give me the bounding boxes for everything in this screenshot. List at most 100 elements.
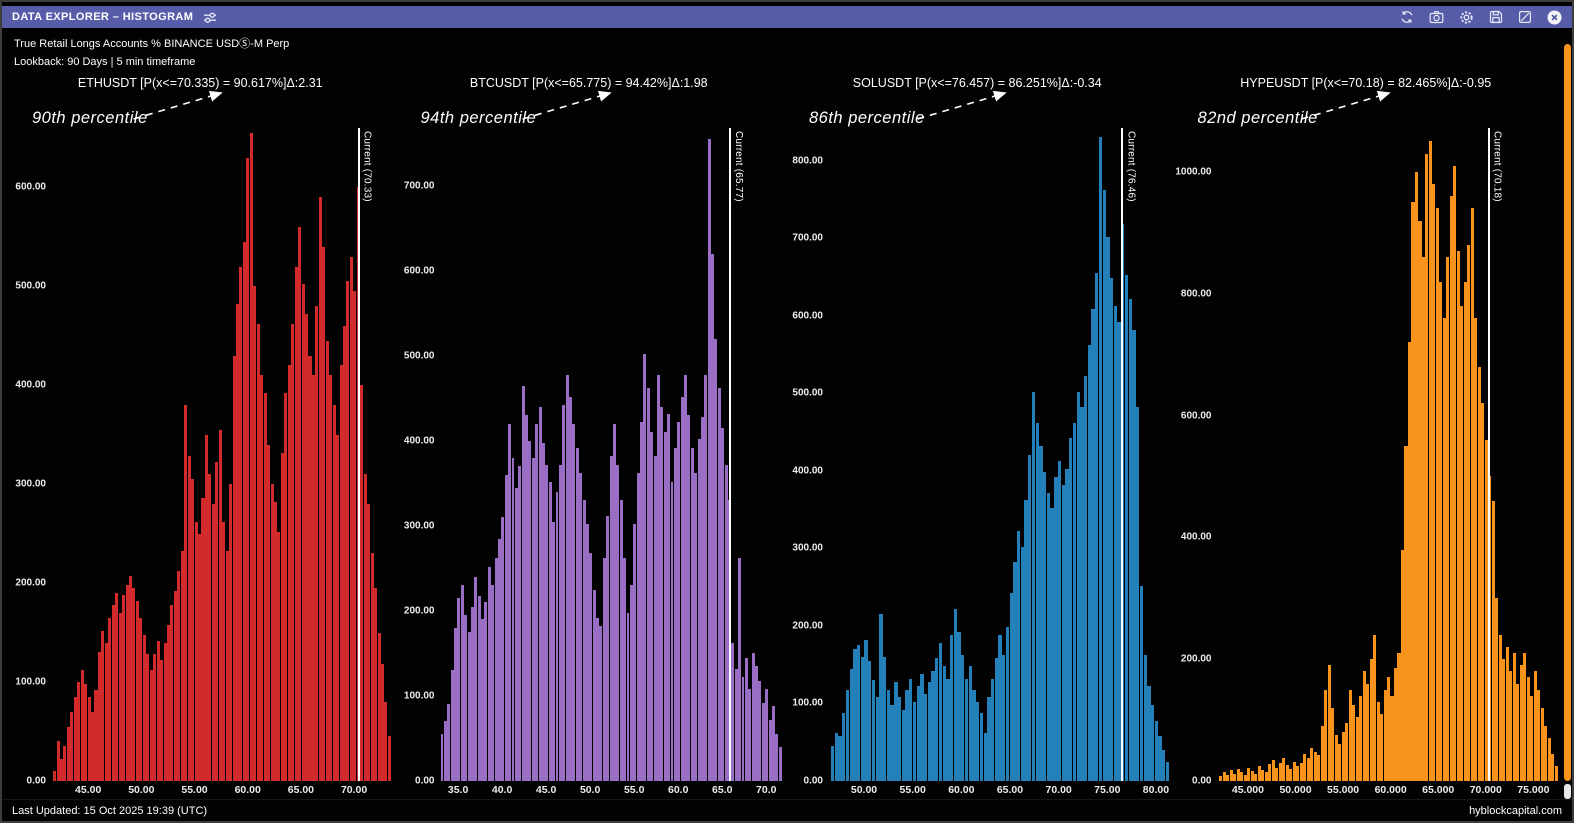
y-tick-label: 100.00 <box>404 690 435 701</box>
chart-info-header: True Retail Longs Accounts % BINANCE USD… <box>2 28 1572 70</box>
x-tick-label: 40.0 <box>492 784 512 796</box>
titlebar[interactable]: DATA EXPLORER – HISTOGRAM <box>2 6 1572 28</box>
y-tick-label: 200.00 <box>15 578 46 589</box>
panel-header: SOLUSDT [P(x<=76.457) = 86.251%]Δ:-0.34 … <box>783 70 1172 128</box>
histogram-bar <box>779 747 782 781</box>
y-tick-label: 500.00 <box>792 388 823 399</box>
close-icon[interactable] <box>1547 10 1562 25</box>
plot-area[interactable]: Current (70.33) <box>52 128 395 781</box>
x-tick-label: 45.000 <box>1232 784 1264 796</box>
x-tick-label: 55.0 <box>624 784 644 796</box>
y-tick-label: 300.00 <box>404 520 435 531</box>
percentile-annotation: 82nd percentile <box>1198 109 1318 128</box>
x-tick-label: 65.00 <box>997 784 1023 796</box>
y-tick-label: 600.00 <box>1181 410 1212 421</box>
histogram-panel-btcusdt: BTCUSDT [P(x<=65.775) = 94.42%]Δ:1.98 94… <box>395 70 784 799</box>
plot-area[interactable]: Current (70.18) <box>1218 128 1561 781</box>
histogram-panel-solusdt: SOLUSDT [P(x<=76.457) = 86.251%]Δ:-0.34 … <box>783 70 1172 799</box>
y-axis-labels: 0.00100.00200.00300.00400.00500.00600.00 <box>6 128 52 781</box>
x-tick-label: 35.0 <box>448 784 468 796</box>
panel-body: 0.00200.00400.00600.00800.001000.00 Curr… <box>1172 128 1561 781</box>
data-explorer-window: DATA EXPLORER – HISTOGRAM <box>0 0 1574 823</box>
histogram-bar <box>1555 766 1558 781</box>
y-tick-label: 300.00 <box>15 479 46 490</box>
x-tick-label: 60.00 <box>948 784 974 796</box>
y-tick-label: 100.00 <box>792 698 823 709</box>
x-tick-label: 50.00 <box>851 784 877 796</box>
watermark-text: hyblockcapital.com <box>1469 805 1562 817</box>
histogram-panel-hypeusdt: HYPEUSDT [P(x<=70.18) = 82.465%]Δ:-0.95 … <box>1172 70 1561 799</box>
x-tick-label: 50.0 <box>580 784 600 796</box>
current-value-label: Current (70.33) <box>362 131 373 202</box>
percentile-annotation: 94th percentile <box>421 109 537 128</box>
y-tick-label: 400.00 <box>15 380 46 391</box>
x-tick-label: 70.00 <box>1045 784 1071 796</box>
y-tick-label: 0.00 <box>415 776 434 787</box>
x-tick-label: 55.00 <box>900 784 926 796</box>
current-value-label: Current (65.77) <box>733 131 744 202</box>
y-axis-labels: 0.00200.00400.00600.00800.001000.00 <box>1172 128 1218 781</box>
percentile-annotation: 86th percentile <box>809 109 925 128</box>
x-tick-label: 55.00 <box>181 784 207 796</box>
plot-area[interactable]: Current (76.46) <box>829 128 1172 781</box>
y-tick-label: 400.00 <box>1181 532 1212 543</box>
vertical-scrollbar[interactable] <box>1564 44 1571 799</box>
x-axis-labels: 35.0 40.0 45.0 50.0 55.0 60.0 65.0 70.0 <box>441 781 784 799</box>
histogram-panel-ethusdt: ETHUSDT [P(x<=70.335) = 90.617%]Δ:2.31 9… <box>6 70 395 799</box>
panel-header: ETHUSDT [P(x<=70.335) = 90.617%]Δ:2.31 9… <box>6 70 395 128</box>
titlebar-actions <box>1400 10 1562 25</box>
x-tick-label: 60.0 <box>668 784 688 796</box>
lookback-subtitle: Lookback: 90 Days | 5 min timeframe <box>14 56 1560 68</box>
x-tick-label: 60.000 <box>1375 784 1407 796</box>
y-tick-label: 600.00 <box>404 265 435 276</box>
camera-icon[interactable] <box>1429 10 1444 24</box>
x-tick-label: 75.00 <box>1094 784 1120 796</box>
y-axis-labels: 0.00100.00200.00300.00400.00500.00600.00… <box>783 128 829 781</box>
save-icon[interactable] <box>1489 10 1503 24</box>
y-tick-label: 0.00 <box>804 776 823 787</box>
tune-icon[interactable] <box>203 11 217 24</box>
settings-icon[interactable] <box>1459 10 1474 25</box>
x-tick-label: 65.000 <box>1422 784 1454 796</box>
y-tick-label: 800.00 <box>792 155 823 166</box>
metric-title: True Retail Longs Accounts % BINANCE USD… <box>14 35 1560 51</box>
y-tick-label: 800.00 <box>1181 288 1212 299</box>
x-tick-label: 70.0 <box>756 784 776 796</box>
plot-area[interactable]: Current (65.77) <box>441 128 784 781</box>
sync-icon[interactable] <box>1400 10 1414 24</box>
x-tick-label: 55.000 <box>1327 784 1359 796</box>
x-tick-label: 65.0 <box>712 784 732 796</box>
window-title: DATA EXPLORER – HISTOGRAM <box>12 11 193 23</box>
scrollbar-track-end <box>1564 784 1571 799</box>
y-tick-label: 500.00 <box>404 350 435 361</box>
y-tick-label: 300.00 <box>792 543 823 554</box>
histogram-bar <box>1166 762 1169 781</box>
x-tick-label: 45.0 <box>536 784 556 796</box>
y-tick-label: 1000.00 <box>1175 166 1211 177</box>
x-axis-labels: 50.0055.0060.0065.0070.0075.0080.00 <box>829 781 1172 799</box>
scrollbar-thumb[interactable] <box>1564 44 1571 781</box>
y-tick-label: 200.00 <box>792 620 823 631</box>
panel-header: HYPEUSDT [P(x<=70.18) = 82.465%]Δ:-0.95 … <box>1172 70 1561 128</box>
y-tick-label: 700.00 <box>792 233 823 244</box>
percentile-annotation: 90th percentile <box>32 109 148 128</box>
current-value-label: Current (76.46) <box>1125 131 1136 202</box>
panel-body: 0.00100.00200.00300.00400.00500.00600.00… <box>395 128 784 781</box>
x-tick-label: 70.000 <box>1470 784 1502 796</box>
x-tick-label: 65.00 <box>288 784 314 796</box>
y-tick-label: 0.00 <box>1192 776 1211 787</box>
y-tick-label: 200.00 <box>404 605 435 616</box>
x-tick-label: 60.00 <box>235 784 261 796</box>
y-tick-label: 400.00 <box>792 465 823 476</box>
panel-body: 0.00100.00200.00300.00400.00500.00600.00… <box>783 128 1172 781</box>
status-bar: Last Updated: 15 Oct 2025 19:39 (UTC) hy… <box>2 799 1572 821</box>
x-axis-labels: 45.00050.00055.00060.00065.00070.00075.0… <box>1218 781 1561 799</box>
y-tick-label: 100.00 <box>15 677 46 688</box>
panel-body: 0.00100.00200.00300.00400.00500.00600.00… <box>6 128 395 781</box>
y-tick-label: 700.00 <box>404 180 435 191</box>
export-icon[interactable] <box>1518 10 1532 24</box>
last-updated-text: Last Updated: 15 Oct 2025 19:39 (UTC) <box>12 805 207 817</box>
x-tick-label: 75.000 <box>1517 784 1549 796</box>
histogram-grid: ETHUSDT [P(x<=70.335) = 90.617%]Δ:2.31 9… <box>2 70 1572 799</box>
current-value-line <box>358 128 360 781</box>
